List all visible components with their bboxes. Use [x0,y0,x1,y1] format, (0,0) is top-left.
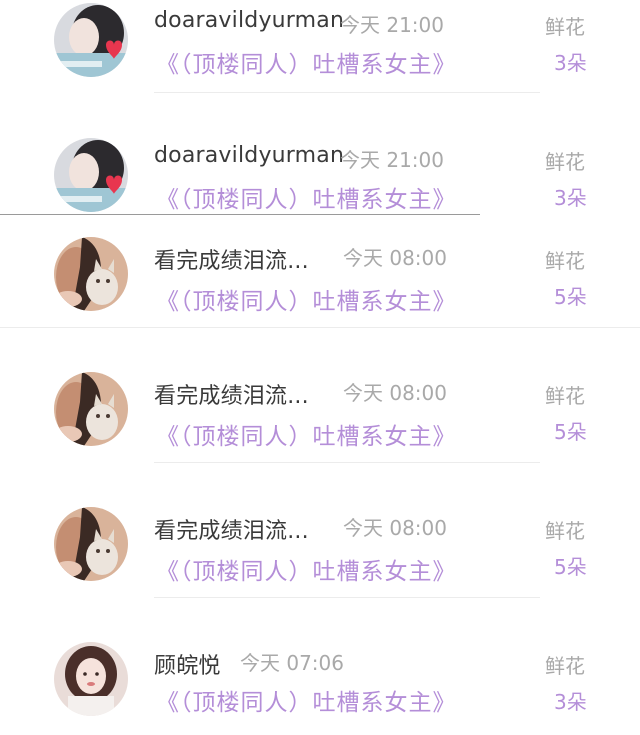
gift-record-row[interactable]: doaravildyurman 今天 21:00 《（顶楼同人）吐槽系女主》 鲜… [0,0,640,100]
user-avatar[interactable] [54,237,128,311]
gift-time: 今天 21:00 [340,13,444,37]
work-title-link[interactable]: 《（顶楼同人）吐槽系女主》 [156,552,457,586]
gift-time: 今天 21:00 [340,148,444,172]
row-divider [154,597,540,598]
gift-count: 3朵 [554,690,587,714]
user-name[interactable]: 看完成绩泪流... [154,243,309,275]
work-title-link[interactable]: 《（顶楼同人）吐槽系女主》 [156,417,457,451]
gift-time: 今天 08:00 [343,246,447,270]
gift-record-row[interactable]: 看完成绩泪流... 今天 08:00 《（顶楼同人）吐槽系女主》 鲜花 5朵 [0,371,640,463]
work-title-link[interactable]: 《（顶楼同人）吐槽系女主》 [156,282,457,316]
gift-count: 3朵 [554,186,587,210]
avatar-girl-cat-icon [54,507,128,581]
gift-type-label: 鲜花 [545,384,585,408]
gift-time: 今天 07:06 [240,651,344,675]
row-divider [0,327,640,328]
gift-type-label: 鲜花 [545,15,585,39]
gift-count: 5朵 [554,285,587,309]
user-name[interactable]: 看完成绩泪流... [154,378,309,410]
user-avatar[interactable] [54,138,128,212]
row-divider [154,92,540,93]
user-avatar[interactable] [54,507,128,581]
row-divider [154,462,540,463]
gift-count: 5朵 [554,555,587,579]
avatar-girl-cat-icon [54,237,128,311]
avatar-girl-cat-icon [54,372,128,446]
work-title-link[interactable]: 《（顶楼同人）吐槽系女主》 [156,180,457,214]
avatar-girl-heart-icon [54,138,128,212]
gift-time: 今天 08:00 [343,516,447,540]
user-name[interactable]: 看完成绩泪流... [154,513,309,545]
gift-record-row[interactable]: 看完成绩泪流... 今天 08:00 《（顶楼同人）吐槽系女主》 鲜花 5朵 [0,506,640,598]
gift-record-row[interactable]: 看完成绩泪流... 今天 08:00 《（顶楼同人）吐槽系女主》 鲜花 5朵 [0,236,640,328]
gift-record-row[interactable]: 顾皖悦 今天 07:06 《（顶楼同人）吐槽系女主》 鲜花 3朵 [0,641,640,735]
work-title-link[interactable]: 《（顶楼同人）吐槽系女主》 [156,45,457,79]
user-name[interactable]: doaravildyurman [154,143,344,168]
user-name[interactable]: 顾皖悦 [154,648,221,680]
user-name[interactable]: doaravildyurman [154,8,344,33]
user-avatar[interactable] [54,372,128,446]
avatar-girl-portrait-icon [54,642,128,716]
gift-type-label: 鲜花 [545,519,585,543]
gift-count: 3朵 [554,51,587,75]
avatar-girl-heart-icon [54,3,128,77]
work-title-link[interactable]: 《（顶楼同人）吐槽系女主》 [156,683,457,717]
gift-type-label: 鲜花 [545,249,585,273]
row-divider [0,214,480,215]
gift-record-row[interactable]: doaravildyurman 今天 21:00 《（顶楼同人）吐槽系女主》 鲜… [0,135,640,217]
gift-time: 今天 08:00 [343,381,447,405]
user-avatar[interactable] [54,3,128,77]
user-avatar[interactable] [54,642,128,716]
gift-count: 5朵 [554,420,587,444]
gift-type-label: 鲜花 [545,150,585,174]
gift-type-label: 鲜花 [545,654,585,678]
